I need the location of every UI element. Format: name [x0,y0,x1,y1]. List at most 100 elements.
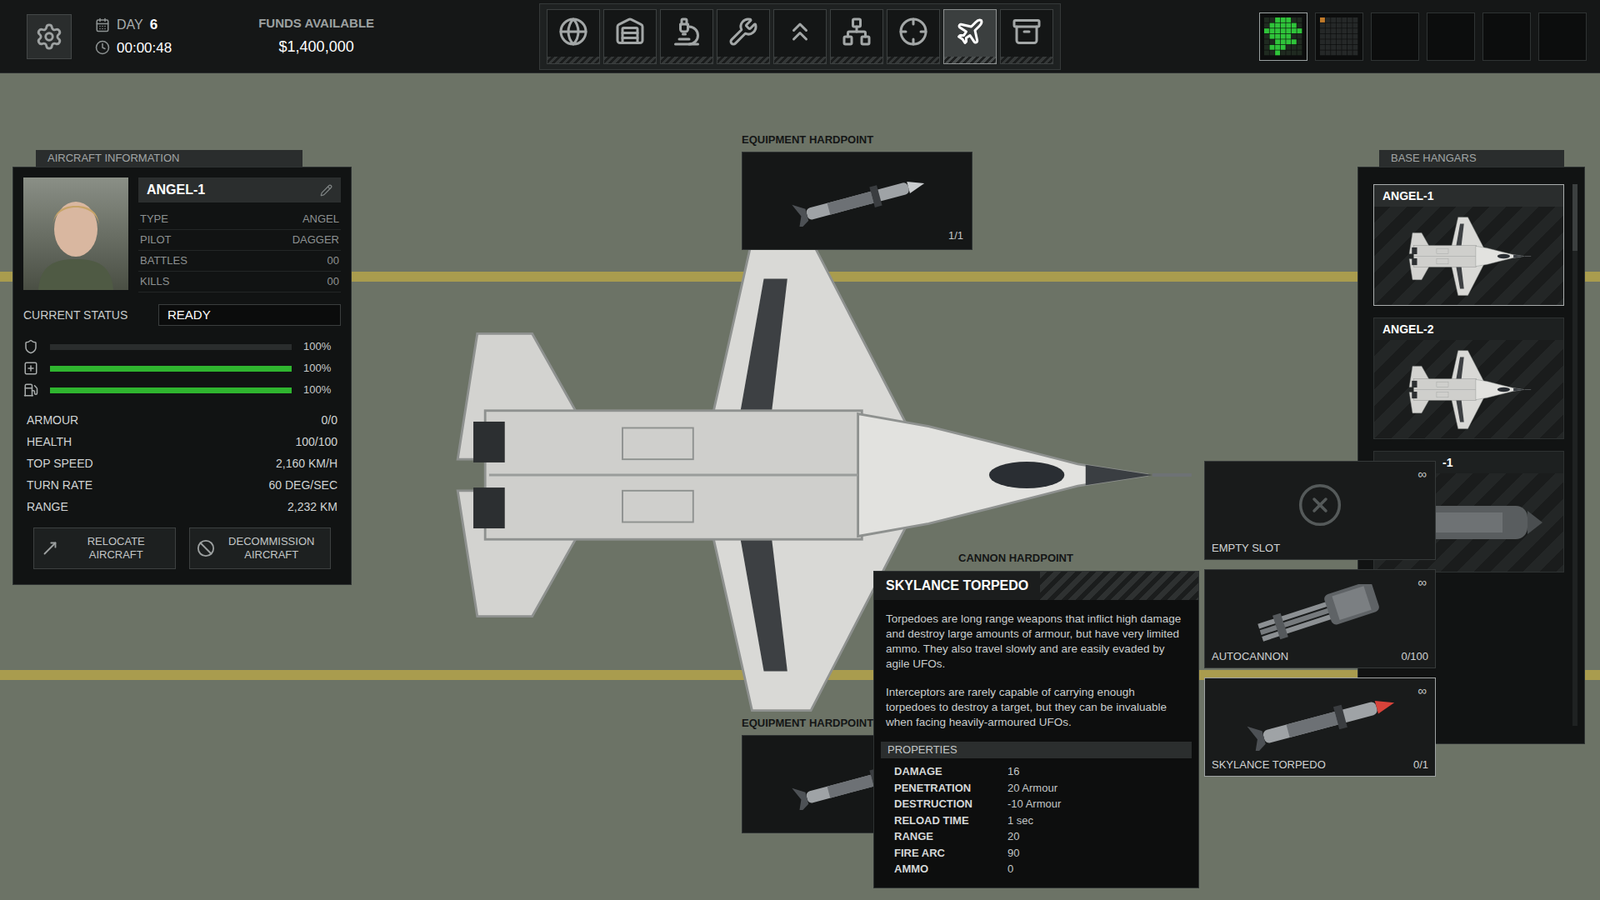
hangar-card-header: ANGEL-1 [1374,185,1564,207]
cannon-hardpoint-label: CANNON HARDPOINT [958,550,1074,567]
day-row: DAY6 [95,14,172,36]
property-row: RANGE20 [894,828,1179,845]
base-slot[interactable] [1482,12,1531,61]
hangar-view: EQUIPMENT HARDPOINT1/1EQUIPMENT HARDPOIN… [0,73,1600,900]
status-label: CURRENT STATUS [23,306,140,325]
property-row: DESTRUCTION-10 Armour [894,795,1179,813]
base-slot[interactable] [1426,12,1475,61]
weapon-stock: ∞ [1417,681,1427,701]
field-value: 00 [327,273,340,290]
tooltip-title: SKYLANCE TORPEDO [874,575,1040,596]
status-field: READY [158,304,341,326]
nav-button[interactable] [886,9,940,65]
action-label: RELOCATE AIRCRAFT [64,535,169,563]
calendar-icon [95,17,110,33]
base-map-icon [1264,17,1303,56]
aircraft-name: ANGEL-1 [146,180,205,200]
property-label: PENETRATION [894,780,1008,797]
nav-stripe [717,56,770,64]
nav-stripe [887,56,940,64]
weapon-option[interactable]: ∞SKYLANCE TORPEDO0/1 [1204,677,1436,777]
nav-stripe [547,56,600,64]
action-button[interactable]: RELOCATE AIRCRAFT [33,527,176,570]
field-label: BATTLES [140,252,188,270]
status-bar-row: 100% [23,382,341,398]
tooltip-header: SKYLANCE TORPEDO [874,571,1199,600]
gear-icon [35,22,64,51]
nav-button[interactable] [830,9,884,65]
clock-icon [95,40,110,55]
weapon-stock: ∞ [1417,465,1427,485]
field-value: 00 [327,252,340,270]
nav-button[interactable] [716,9,770,65]
stat-row: ARMOUR0/0 [23,409,341,431]
pilot-row: ANGEL-1TYPEANGELPILOTDAGGERBATTLES00KILL… [23,177,341,293]
decommission-icon [196,539,215,558]
field-label: KILLS [140,273,170,290]
bar-reading: 100% [303,338,331,355]
action-button[interactable]: DECOMMISSION AIRCRAFT [189,527,332,570]
status-bar-row: 100% [23,339,341,355]
nav-button[interactable] [943,9,997,65]
property-label: RANGE [894,828,1008,845]
stat-row: TOP SPEED2,160 KM/H [23,452,341,475]
base-slot[interactable] [1259,12,1308,61]
hangar-icon [615,16,645,47]
field-value: DAGGER [292,231,340,249]
base-slot[interactable] [1370,12,1420,61]
scroll-thumb [1572,184,1578,251]
stat-value: 0/0 [321,411,338,430]
bar-track [50,365,292,372]
stat-value: 60 DEG/SEC [269,476,338,495]
field-value: ANGEL [302,210,340,228]
weapon-image [1296,481,1344,529]
hangar-card[interactable]: ANGEL-2 [1373,317,1565,440]
property-value: 1 sec [1007,812,1034,830]
nav-button[interactable] [773,9,827,65]
settings-button[interactable] [26,14,72,60]
property-label: DAMAGE [894,763,1008,780]
date-time: DAY600:00:48 [95,14,172,59]
property-label: FIRE ARC [894,845,1008,862]
nav-button[interactable] [1000,9,1054,65]
hangar-image [1374,206,1564,305]
base-slot[interactable] [1315,12,1364,61]
panel-body: ANGEL-1TYPEANGELPILOTDAGGERBATTLES00KILL… [12,166,352,585]
property-value: -10 Armour [1007,795,1061,813]
hangar-image [1374,340,1564,439]
jet-icon [955,16,985,47]
tooltip-stripes [1040,571,1199,600]
hardpoint-slot[interactable]: 1/1 [741,151,973,250]
field-row: PILOTDAGGER [138,230,341,251]
nav-button[interactable] [546,9,600,65]
bars: 100%100%100% [23,339,341,398]
bar-track [50,344,292,350]
day-value: 6 [150,14,158,36]
base-slot[interactable] [1538,12,1587,61]
stat-label: HEALTH [26,433,72,451]
property-row: RELOAD TIME1 sec [894,812,1179,830]
scrollbar[interactable] [1572,184,1578,726]
nav-button[interactable] [660,9,714,65]
name-field[interactable]: ANGEL-1 [138,177,341,203]
hangar-name: -1 [1442,454,1453,472]
weapon-option[interactable]: ∞ EMPTY SLOT [1204,460,1436,560]
action-label: DECOMMISSION AIRCRAFT [220,535,325,563]
panel-header: BASE HANGARS [1379,150,1565,167]
weapon-name: EMPTY SLOT [1211,540,1280,557]
microscope-icon [671,16,702,47]
hangar-card-header: ANGEL-2 [1374,318,1564,340]
field-row: BATTLES 00 [138,250,341,272]
stat-row: TURN RATE60 DEG/SEC [23,474,341,496]
clock-value: 00:00:48 [116,37,172,60]
hangar-card[interactable]: ANGEL-1 [1373,184,1565,306]
relocate-icon [36,535,63,561]
panel-title: AIRCRAFT INFORMATION [47,150,180,167]
properties-label: PROPERTIES [887,741,958,759]
jet-thumbnail-icon [1406,215,1532,297]
nav-button[interactable] [603,9,657,65]
weapon-option[interactable]: ∞AUTOCANNON0/100 [1204,569,1436,669]
weapon-image [1249,584,1391,643]
property-label: RELOAD TIME [894,812,1008,830]
hangar-name: ANGEL-2 [1382,320,1434,339]
